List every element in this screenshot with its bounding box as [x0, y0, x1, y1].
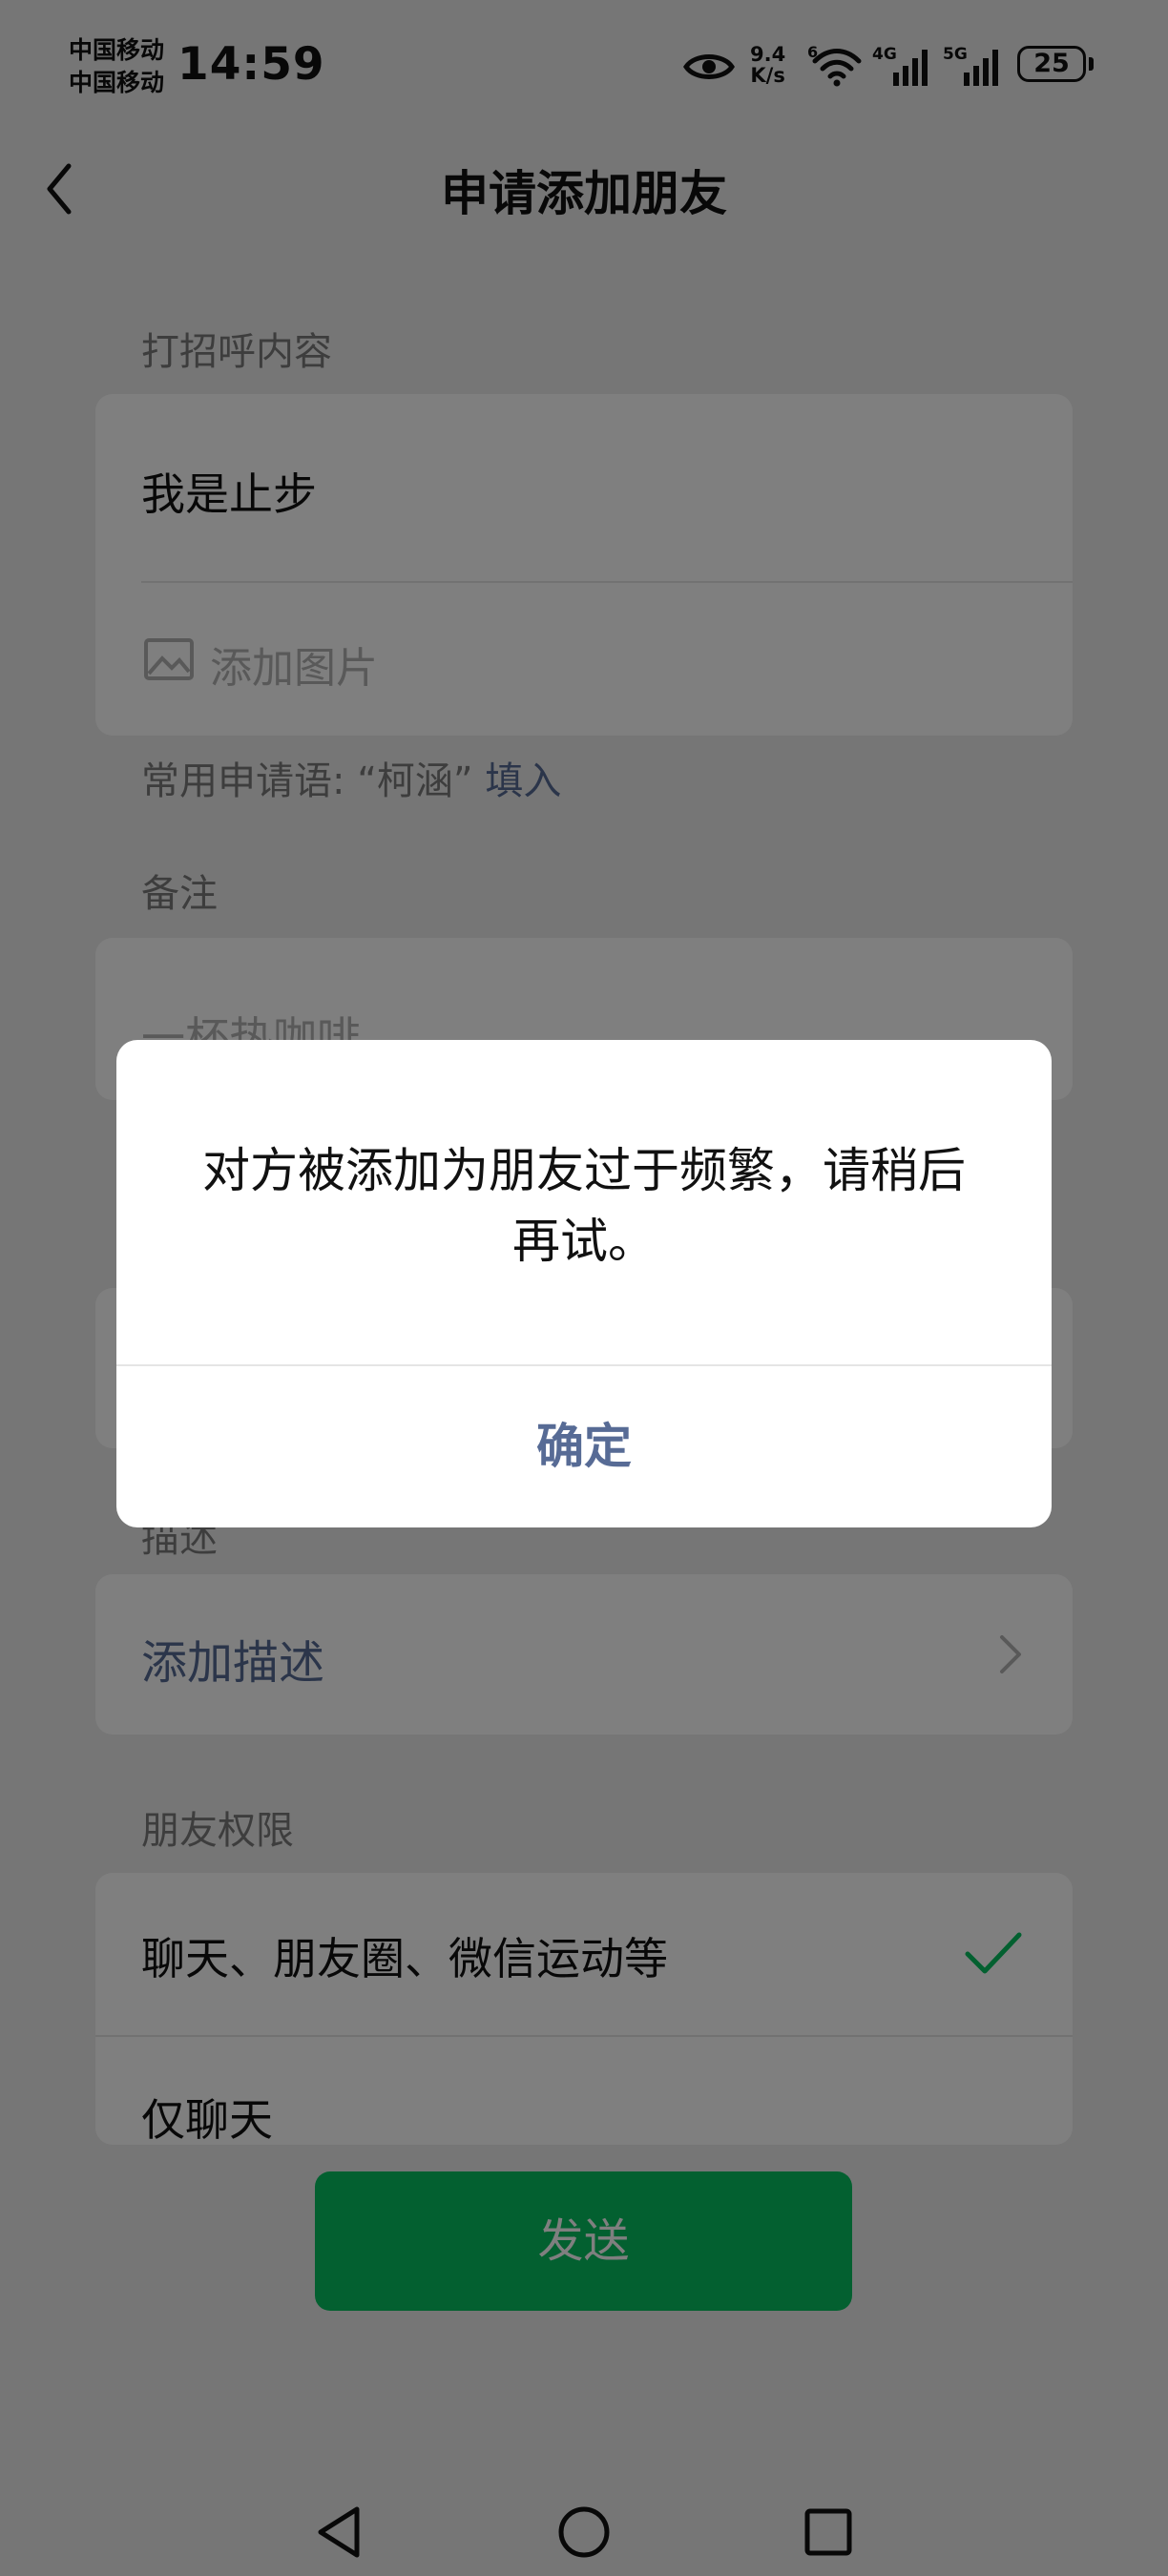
alert-dialog: 对方被添加为朋友过于频繁，请稍后再试。 确定 — [116, 1040, 1052, 1527]
confirm-button[interactable]: 确定 — [116, 1366, 1052, 1527]
dialog-message: 对方被添加为朋友过于频繁，请稍后再试。 — [202, 1143, 966, 1269]
